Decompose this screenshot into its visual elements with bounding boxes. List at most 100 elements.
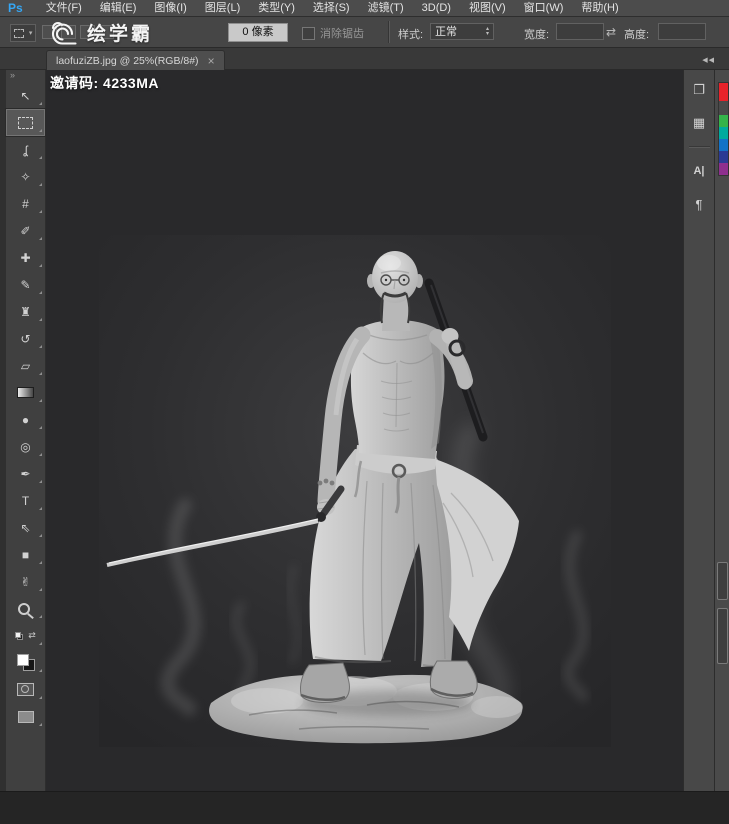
type-tool[interactable]: T — [6, 487, 45, 514]
zoom-icon — [17, 602, 30, 615]
foreground-color-swatch[interactable] — [16, 654, 29, 666]
collapsed-panel-tab[interactable] — [717, 562, 728, 600]
tool-options-bar: ▾ 0 像素 消除锯齿 样式: 正常 ▴ ▾ 宽度: ⇄ 高度: 绘学霸 — [0, 17, 729, 48]
color-segment — [719, 163, 728, 175]
style-value: 正常 — [435, 26, 457, 38]
move-tool[interactable]: ↖ — [6, 82, 45, 109]
dodge-icon: ◎ — [20, 439, 31, 454]
height-input[interactable] — [658, 23, 706, 40]
right-edge-strip — [714, 70, 729, 792]
crop-tool[interactable]: # — [6, 190, 45, 217]
paragraph-panel-icon[interactable]: ¶ — [696, 194, 703, 214]
eyedropper-icon: ✐ — [20, 223, 31, 238]
tools-panel: » ↖ ʆ ✧ # ✐ ✚ ✎ ♜ ↺ ▱ ● ◎ ✒ T ⇖ ■ ✌ ⇄ — [6, 70, 46, 792]
menu-3d[interactable]: 3D(D) — [413, 0, 460, 17]
fg-bg-swatches[interactable] — [6, 649, 45, 676]
menu-select[interactable]: 选择(S) — [304, 0, 359, 17]
healing-brush-icon: ✚ — [20, 250, 31, 265]
gradient-tool[interactable] — [6, 379, 45, 406]
width-input[interactable] — [556, 23, 604, 40]
menu-window[interactable]: 窗口(W) — [515, 0, 573, 17]
color-spectrum-bar[interactable] — [718, 82, 729, 176]
menu-edit[interactable]: 编辑(E) — [91, 0, 146, 17]
dock-collapse-icon[interactable]: ◀◀ — [702, 56, 715, 64]
quick-mask-button[interactable] — [6, 676, 45, 703]
clone-stamp-tool[interactable]: ♜ — [6, 298, 45, 325]
blur-tool[interactable]: ● — [6, 406, 45, 433]
menu-file[interactable]: 文件(F) — [37, 0, 91, 17]
screen-mode-button[interactable] — [6, 703, 45, 730]
move-icon: ↖ — [20, 88, 31, 103]
default-colors-icon[interactable] — [15, 631, 24, 640]
swap-dimensions-icon[interactable]: ⇄ — [606, 25, 616, 39]
chevron-down-icon: ▾ — [28, 30, 33, 37]
blur-icon: ● — [21, 412, 30, 427]
dock-divider — [688, 146, 710, 148]
height-label: 高度: — [624, 29, 650, 41]
style-label: 样式: — [398, 29, 424, 41]
quick-mask-icon — [17, 683, 34, 696]
color-control-row[interactable]: ⇄ — [6, 622, 45, 649]
lasso-tool[interactable]: ʆ — [6, 136, 45, 163]
feather-input[interactable]: 0 像素 — [228, 23, 288, 42]
color-swatches-icon — [16, 654, 35, 671]
color-segment — [719, 139, 728, 151]
swatches-panel-icon[interactable]: ▦ — [693, 113, 705, 133]
magic-wand-tool[interactable]: ✧ — [6, 163, 45, 190]
sculpture-image — [99, 235, 611, 747]
color-segment — [719, 83, 728, 101]
options-separator — [388, 21, 390, 43]
close-icon[interactable]: × — [208, 55, 215, 67]
path-selection-tool[interactable]: ⇖ — [6, 514, 45, 541]
lasso-icon: ʆ — [23, 142, 28, 157]
color-segment — [719, 127, 728, 139]
toolbar-collapse-icon[interactable]: » — [6, 70, 45, 82]
path-selection-icon: ⇖ — [20, 520, 31, 535]
cloud-swirl-logo-icon — [51, 21, 77, 45]
character-panel-icon[interactable]: A| — [693, 161, 704, 181]
anti-alias-checkbox[interactable] — [302, 26, 315, 40]
screen-mode-icon — [17, 710, 34, 723]
menu-help[interactable]: 帮助(H) — [572, 0, 627, 17]
document-tab-title: laofuziZB.jpg @ 25%(RGB/8#) — [56, 54, 199, 67]
document-tab[interactable]: laofuziZB.jpg @ 25%(RGB/8#) × — [46, 50, 225, 70]
status-bar — [0, 791, 729, 824]
invite-code-overlay: 邀请码: 4233MA — [50, 75, 159, 91]
color-segment — [719, 101, 728, 115]
canvas-area[interactable]: 邀请码: 4233MA — [46, 70, 683, 792]
hand-icon: ✌ — [20, 574, 31, 589]
tool-preset-picker[interactable]: ▾ — [10, 24, 36, 42]
eraser-tool[interactable]: ▱ — [6, 352, 45, 379]
huixueba-watermark: 绘学霸 — [46, 19, 153, 46]
color-segment — [719, 115, 728, 127]
anti-alias-label: 消除锯齿 — [320, 28, 364, 40]
clone-stamp-icon: ♜ — [20, 304, 31, 319]
menu-image[interactable]: 图像(I) — [145, 0, 195, 17]
eyedropper-tool[interactable]: ✐ — [6, 217, 45, 244]
hand-tool[interactable]: ✌ — [6, 568, 45, 595]
history-brush-tool[interactable]: ↺ — [6, 325, 45, 352]
brush-tool[interactable]: ✎ — [6, 271, 45, 298]
rectangular-marquee-tool[interactable] — [6, 109, 45, 136]
collapsed-panel-tab[interactable] — [717, 608, 728, 664]
swap-colors-icon[interactable]: ⇄ — [28, 630, 36, 641]
spinner-icon[interactable]: ▴ ▾ — [486, 24, 489, 39]
style-select[interactable]: 正常 ▴ ▾ — [430, 23, 494, 40]
history-brush-icon: ↺ — [20, 331, 31, 346]
pen-tool[interactable]: ✒ — [6, 460, 45, 487]
rectangle-tool[interactable]: ■ — [6, 541, 45, 568]
document-tab-bar: laofuziZB.jpg @ 25%(RGB/8#) × ◀◀ — [0, 48, 729, 70]
menu-layer[interactable]: 图层(L) — [196, 0, 249, 17]
zoom-tool[interactable] — [6, 595, 45, 622]
menu-view[interactable]: 视图(V) — [460, 0, 515, 17]
clone-source-panel-icon[interactable]: ❐ — [693, 80, 705, 100]
document-canvas[interactable] — [99, 235, 611, 747]
healing-brush-tool[interactable]: ✚ — [6, 244, 45, 271]
brush-icon: ✎ — [20, 277, 31, 292]
magic-wand-icon: ✧ — [20, 169, 31, 184]
menu-type[interactable]: 类型(Y) — [249, 0, 304, 17]
width-label: 宽度: — [524, 29, 550, 41]
dodge-tool[interactable]: ◎ — [6, 433, 45, 460]
color-segment — [719, 151, 728, 163]
menu-filter[interactable]: 滤镜(T) — [359, 0, 413, 17]
